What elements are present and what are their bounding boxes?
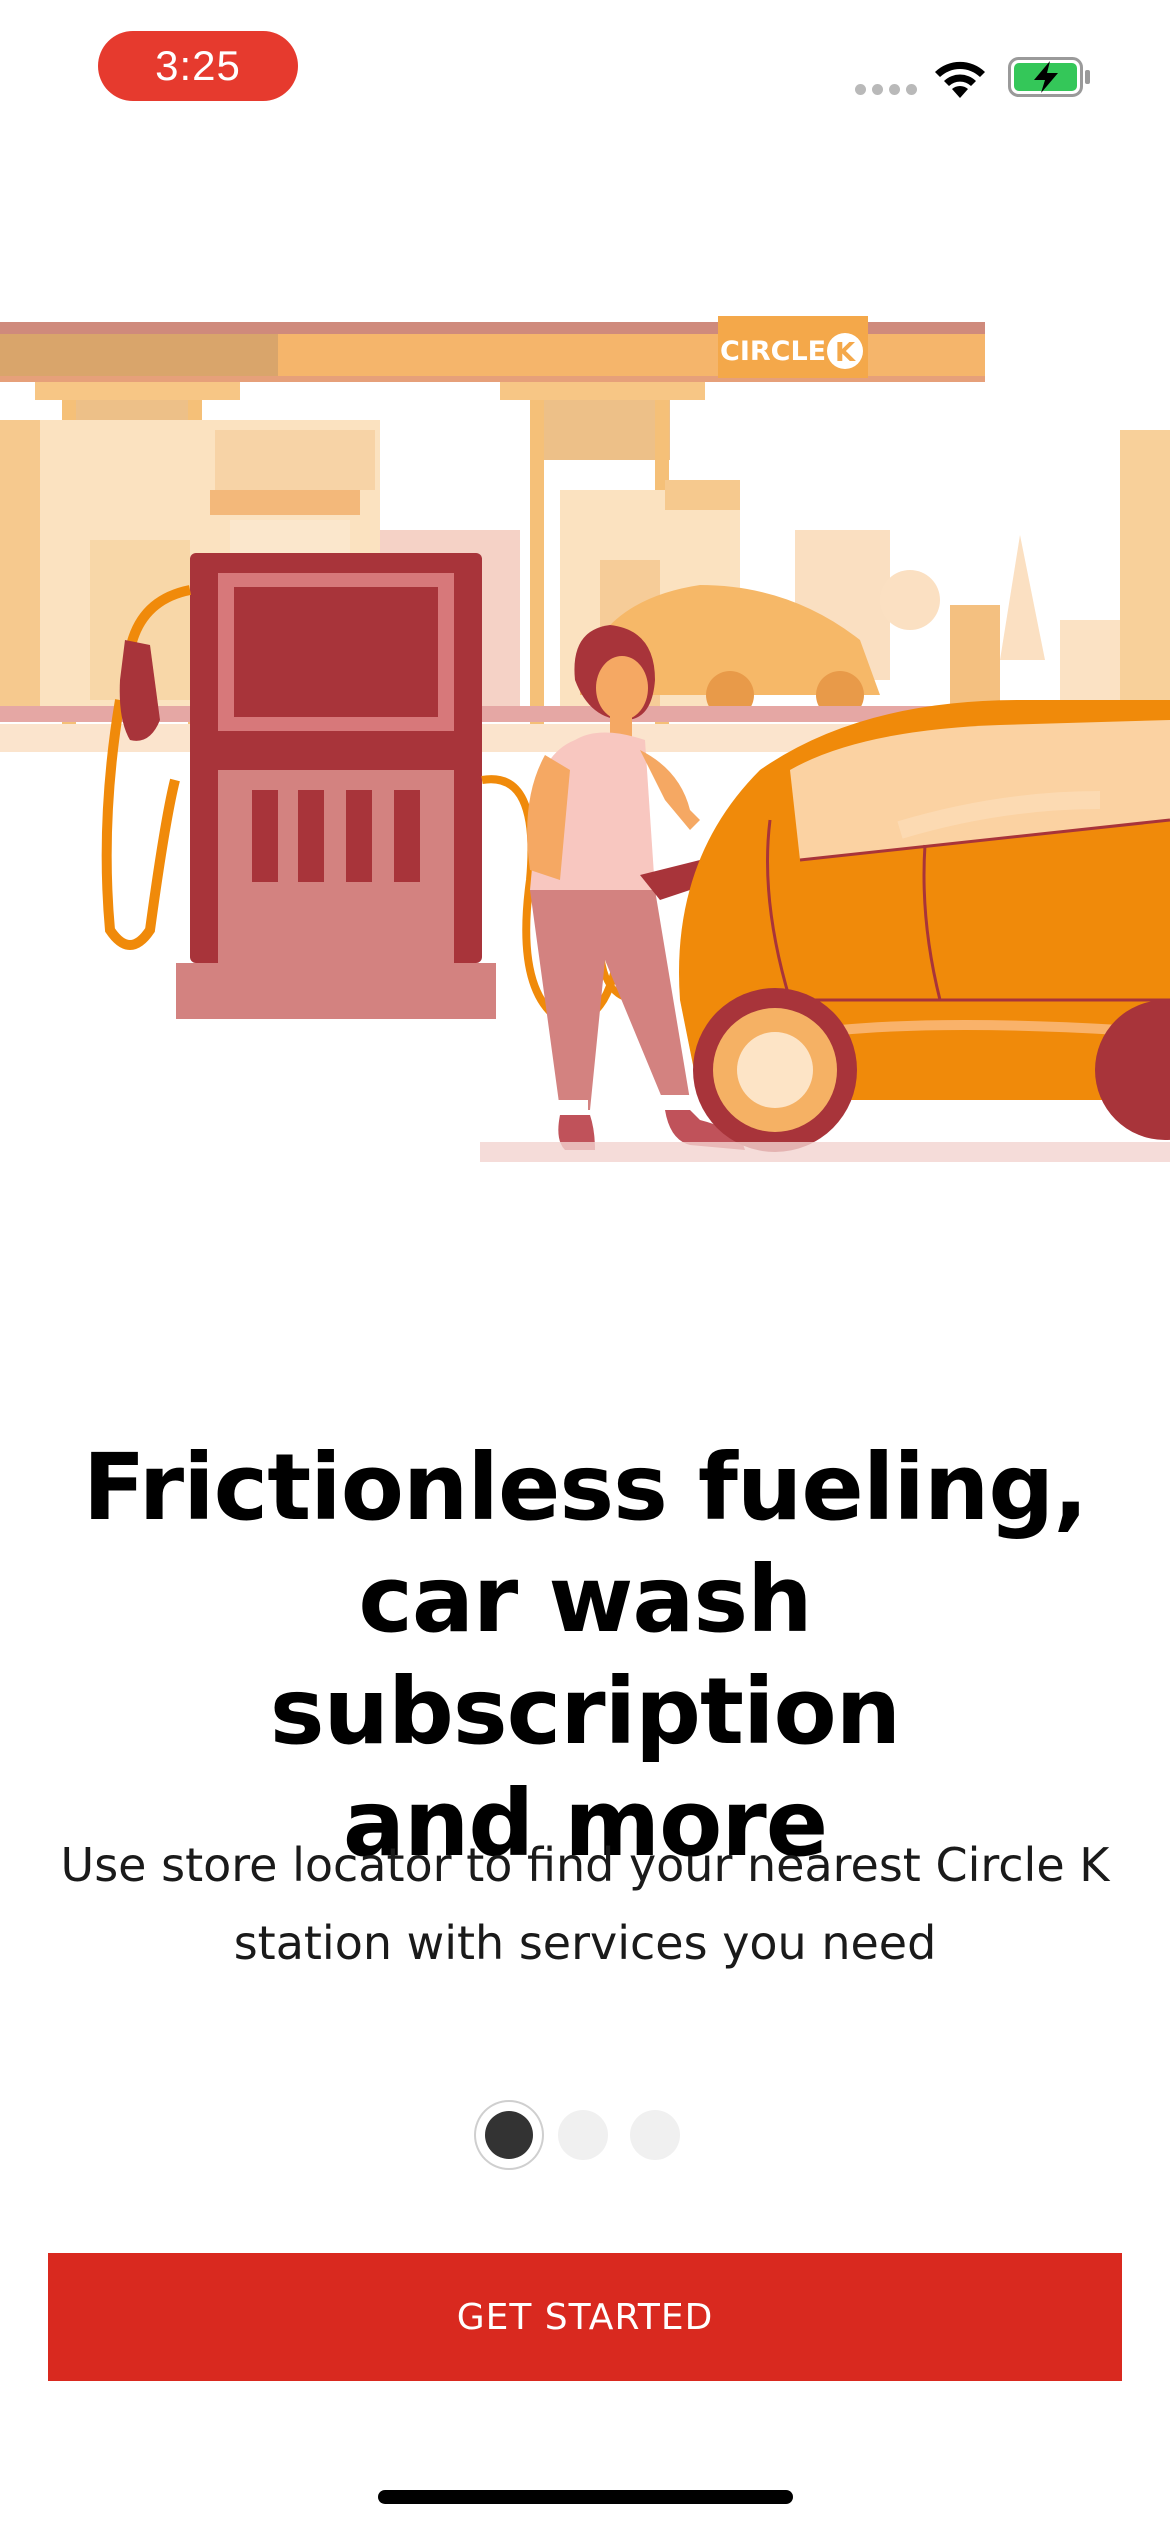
svg-text:K: K [835,338,856,368]
circle-k-logo: CIRCLE K [718,316,868,378]
home-indicator[interactable] [378,2490,793,2504]
wifi-icon [935,61,985,98]
page-dot-1-active[interactable] [476,2102,542,2168]
onboarding-description: Use store locator to find your nearest C… [40,1826,1130,1982]
page-dot-2[interactable] [558,2110,608,2160]
description-line: station with services you need [233,1916,937,1970]
page-dot-3[interactable] [630,2110,680,2160]
svg-text:CIRCLE: CIRCLE [720,336,826,367]
description-line: Use store locator to find your nearest C… [60,1838,1110,1892]
headline-line: Frictionless fueling, [82,1434,1088,1541]
get-started-button[interactable]: GET STARTED [48,2253,1122,2381]
onboarding-headline: Frictionless fueling, car wash subscript… [40,1432,1130,1880]
headline-line: car wash subscription [269,1546,901,1765]
page-indicator [476,2096,696,2176]
battery-charging-icon [1008,57,1090,97]
status-bar: 3:25 [0,0,1170,140]
fueling-illustration: CIRCLE K [0,316,1170,1162]
status-time[interactable]: 3:25 [98,31,298,101]
cellular-signal-icon [855,84,917,95]
